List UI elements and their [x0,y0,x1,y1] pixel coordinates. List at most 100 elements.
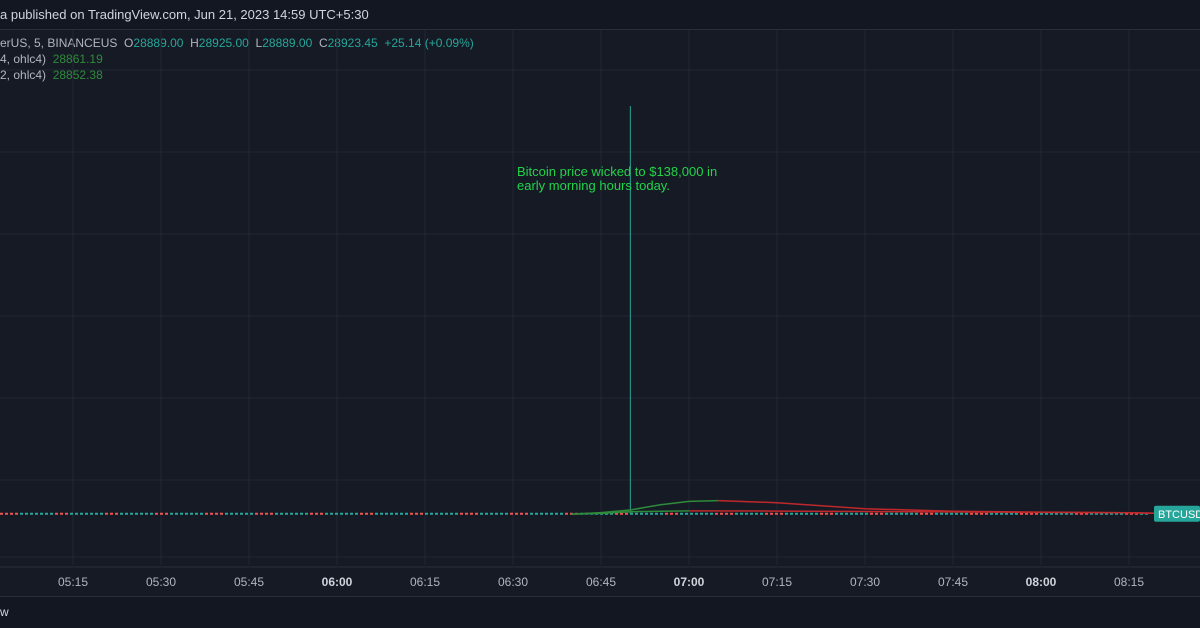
candle [530,512,533,515]
candle [510,512,513,515]
candle [350,512,353,515]
candle [320,512,323,515]
candle [810,512,813,515]
candle [185,512,188,515]
candle [450,512,453,515]
candle [875,512,878,515]
candle [795,512,798,515]
candle [625,512,628,515]
candle [845,512,848,515]
candle [780,512,783,515]
candle [790,512,793,515]
candle [260,512,263,515]
candle [515,512,518,515]
candle [735,512,738,515]
candle [895,512,898,515]
candle [800,512,803,515]
candle [335,512,338,515]
candle [645,512,648,515]
candle [35,512,38,515]
candle [1010,512,1013,515]
candle [660,512,663,515]
candle [915,512,918,515]
candle [825,512,828,515]
candle [10,512,13,515]
candle [680,512,683,515]
candle [490,512,493,515]
candle [410,512,413,515]
candle [690,512,693,515]
top-bar: a published on TradingView.com, Jun 21, … [0,0,1200,30]
x-tick-label: 05:15 [58,575,88,589]
candle [145,512,148,515]
candle [695,512,698,515]
candle [965,512,968,515]
candle [930,512,933,515]
candle [415,512,418,515]
candle [60,512,63,515]
candle [420,512,423,515]
candle [485,512,488,515]
candle [85,512,88,515]
candle [975,512,978,515]
candle [885,512,888,515]
candle [685,512,688,515]
candle [360,512,363,515]
candle [840,512,843,515]
candle [720,512,723,515]
candle [900,512,903,515]
candle [1000,512,1003,515]
price-chart[interactable]: Bitcoin price wicked to $138,000 in early… [0,30,1200,596]
candle [235,512,238,515]
candle [830,512,833,515]
candle [970,512,973,515]
candle [425,512,428,515]
candle [505,512,508,515]
annotation-text: Bitcoin price wicked to $138,000 in early… [517,164,717,193]
candle [445,512,448,515]
candle [1025,512,1028,515]
candle [550,512,553,515]
x-tick-label: 07:00 [674,575,705,589]
candle [355,512,358,515]
candle [725,512,728,515]
candle [1015,512,1018,515]
published-info: a published on TradingView.com, Jun 21, … [0,7,369,22]
candle [865,512,868,515]
candle [925,512,928,515]
candle [150,512,153,515]
candle [175,512,178,515]
candle [470,512,473,515]
x-tick-label: 06:45 [586,575,616,589]
candle [980,512,983,515]
candle [495,512,498,515]
candle [250,512,253,515]
candle [330,512,333,515]
candle [165,512,168,515]
candle [390,512,393,515]
candle [70,512,73,515]
candle [715,512,718,515]
x-tick-label: 05:45 [234,575,264,589]
x-tick-label: 08:00 [1026,575,1057,589]
ma-line-2-falling [688,510,1159,514]
candle [400,512,403,515]
candle [100,512,103,515]
candle [455,512,458,515]
candle [95,512,98,515]
x-tick-label: 05:30 [146,575,176,589]
candle [955,512,958,515]
candle [90,512,93,515]
candle [920,512,923,515]
x-tick-label: 06:00 [322,575,353,589]
candle [40,512,43,515]
candle [765,512,768,515]
candle [325,512,328,515]
x-tick-label: 08:15 [1114,575,1144,589]
candle [405,512,408,515]
candle [640,512,643,515]
candle [620,512,623,515]
candle [460,512,463,515]
candle [770,512,773,515]
candle [215,512,218,515]
